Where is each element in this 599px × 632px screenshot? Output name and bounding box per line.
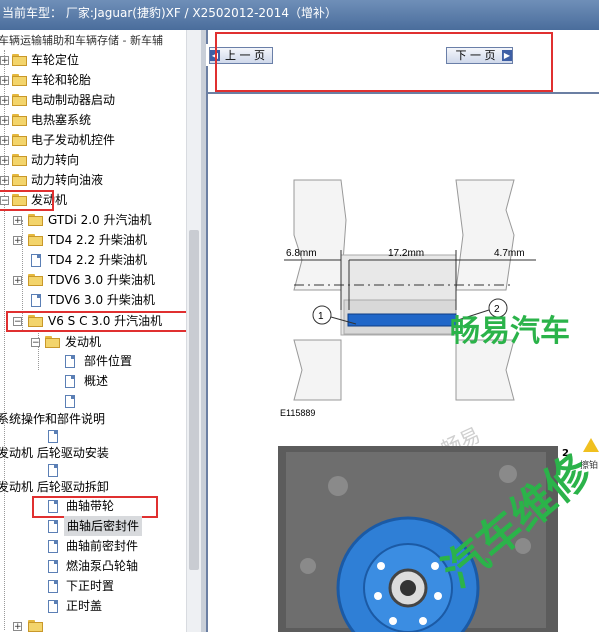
tree-item[interactable]: 发动机 后轮驱动拆卸 bbox=[0, 477, 185, 497]
tree-item-label: 概述 bbox=[84, 374, 109, 388]
seal-depth-diagram: 6.8mm 17.2mm 4.7mm 1 2 E115889 bbox=[280, 179, 536, 418]
scrollbar-thumb[interactable] bbox=[189, 230, 199, 570]
expand-icon[interactable]: + bbox=[0, 156, 9, 166]
tree-header-cut: 车辆运输辅助和车辆存储 - 新车辅 bbox=[0, 34, 163, 47]
highlight-box bbox=[0, 190, 54, 211]
expand-icon[interactable]: + bbox=[0, 136, 9, 146]
tree-item-label: TDV6 3.0 升柴油机 bbox=[48, 293, 155, 307]
document-icon bbox=[48, 560, 58, 573]
expand-icon[interactable]: + bbox=[13, 276, 22, 286]
tree-item[interactable]: 部件位置 bbox=[0, 351, 185, 371]
collapse-icon[interactable]: − bbox=[31, 338, 40, 348]
tree-item[interactable]: + 电热塞系统 bbox=[0, 110, 185, 130]
expand-icon[interactable]: + bbox=[0, 116, 9, 126]
tree-item[interactable]: TD4 2.2 升柴油机 bbox=[0, 250, 185, 270]
document-icon bbox=[48, 540, 58, 553]
folder-icon bbox=[28, 234, 44, 246]
folder-icon bbox=[12, 154, 28, 166]
warning-icon bbox=[583, 438, 599, 452]
tree-item-label: 发动机 后轮驱动拆卸 bbox=[0, 480, 109, 494]
dim-right-label: 4.7mm bbox=[494, 248, 525, 259]
tree-item[interactable]: + 电动制动器启动 bbox=[0, 90, 185, 110]
expand-icon[interactable]: + bbox=[13, 236, 22, 246]
tree-item[interactable]: + GTDi 2.0 升汽油机 bbox=[0, 210, 185, 230]
tree-item-label: 部件位置 bbox=[84, 354, 133, 368]
folder-icon bbox=[28, 620, 44, 632]
folder-icon bbox=[12, 94, 28, 106]
tree-scrollbar[interactable] bbox=[186, 30, 201, 632]
tree-item[interactable]: 正时盖 bbox=[0, 596, 185, 616]
highlight-box bbox=[215, 32, 553, 92]
dim-left-label: 6.8mm bbox=[286, 248, 317, 259]
tree-item[interactable] bbox=[0, 391, 185, 411]
expand-icon[interactable]: + bbox=[0, 76, 9, 86]
open-folder-icon bbox=[45, 336, 61, 348]
tree-item-label: 曲轴后密封件 bbox=[64, 516, 143, 536]
figure-ref: E115889 bbox=[280, 408, 315, 418]
document-icon bbox=[48, 600, 58, 613]
tree-item-label: 燃油泵凸轮轴 bbox=[66, 559, 139, 573]
content-panel: ◀ 上 一 页 下 一 页 ▶ 6.8mm 17.2mm 4.7mm 1 2 E… bbox=[206, 30, 599, 632]
tree-item-label: TD4 2.2 升柴油机 bbox=[48, 233, 147, 247]
document-icon bbox=[65, 395, 75, 408]
dim-mid-label: 17.2mm bbox=[388, 248, 424, 259]
tree-item-label: 动力转向油液 bbox=[31, 173, 104, 187]
tree-item-label: 曲轴前密封件 bbox=[66, 539, 139, 553]
tree-item[interactable]: + bbox=[0, 616, 185, 632]
expand-icon[interactable]: + bbox=[0, 56, 9, 66]
tree-item-label: 电子发动机控件 bbox=[31, 133, 116, 147]
tree-item-selected[interactable]: 曲轴后密封件 bbox=[0, 516, 185, 536]
document-icon bbox=[31, 294, 41, 307]
tree-item-label: 电热塞系统 bbox=[31, 113, 92, 127]
tree-item[interactable]: + 车轮和轮胎 bbox=[0, 70, 185, 90]
tree-item-label: 电动制动器启动 bbox=[31, 93, 116, 107]
tree-item[interactable]: 下正时置 bbox=[0, 576, 185, 596]
expand-icon[interactable]: + bbox=[13, 216, 22, 226]
tree-item[interactable]: + TD4 2.2 升柴油机 bbox=[0, 230, 185, 250]
tree-item-label: 车轮定位 bbox=[31, 53, 80, 67]
seal-shape bbox=[347, 313, 457, 327]
highlight-box bbox=[32, 496, 158, 518]
tree-item-label: 车轮和轮胎 bbox=[31, 73, 92, 87]
tree-item[interactable]: − 发动机 bbox=[0, 332, 185, 352]
tree-item[interactable]: + 动力转向油液 bbox=[0, 170, 185, 190]
tree-panel: 车辆运输辅助和车辆存储 - 新车辅 + 车轮定位 + 车轮和轮胎 + 电动制动器… bbox=[0, 30, 201, 632]
document-icon bbox=[48, 464, 58, 477]
expand-icon[interactable]: + bbox=[0, 96, 9, 106]
tree-item[interactable]: + 电子发动机控件 bbox=[0, 130, 185, 150]
tree-item-label: TDV6 3.0 升柴油机 bbox=[48, 273, 155, 287]
tree-item[interactable]: TDV6 3.0 升柴油机 bbox=[0, 290, 185, 310]
document-icon bbox=[48, 430, 58, 443]
highlight-box bbox=[6, 311, 194, 332]
folder-icon bbox=[28, 214, 44, 226]
tree-item-label: 下正时置 bbox=[66, 579, 115, 593]
folder-icon bbox=[12, 134, 28, 146]
folder-icon bbox=[12, 174, 28, 186]
tree-item[interactable]: 概述 bbox=[0, 371, 185, 391]
window-title: 当前车型： 厂家:Jaguar(捷豹)XF / X2502012-2014（增补… bbox=[0, 0, 599, 30]
expand-icon[interactable]: + bbox=[0, 176, 9, 186]
folder-icon bbox=[28, 274, 44, 286]
tree-item[interactable]: + TDV6 3.0 升柴油机 bbox=[0, 270, 185, 290]
tree-item-label: GTDi 2.0 升汽油机 bbox=[48, 213, 152, 227]
tree-item[interactable]: 燃油泵凸轮轴 bbox=[0, 556, 185, 576]
folder-icon bbox=[12, 54, 28, 66]
document-icon bbox=[31, 254, 41, 267]
tree-item-label: 动力转向 bbox=[31, 153, 80, 167]
tree-item-label: 发动机 bbox=[65, 335, 102, 349]
document-icon bbox=[65, 375, 75, 388]
document-icon bbox=[48, 580, 58, 593]
tree-item-label: 正时盖 bbox=[66, 599, 103, 613]
document-icon bbox=[65, 355, 75, 368]
folder-icon bbox=[12, 74, 28, 86]
document-icon bbox=[48, 520, 58, 533]
expand-icon[interactable]: + bbox=[13, 622, 22, 632]
callout-1: 1 bbox=[318, 311, 324, 322]
tree-item-label: TD4 2.2 升柴油机 bbox=[48, 253, 147, 267]
tree-item[interactable]: 曲轴前密封件 bbox=[0, 536, 185, 556]
tree-item[interactable]: + 动力转向 bbox=[0, 150, 185, 170]
tree-item[interactable]: + 车轮定位 bbox=[0, 50, 185, 70]
folder-icon bbox=[12, 114, 28, 126]
watermark-brand: 畅易汽车 bbox=[450, 314, 570, 349]
